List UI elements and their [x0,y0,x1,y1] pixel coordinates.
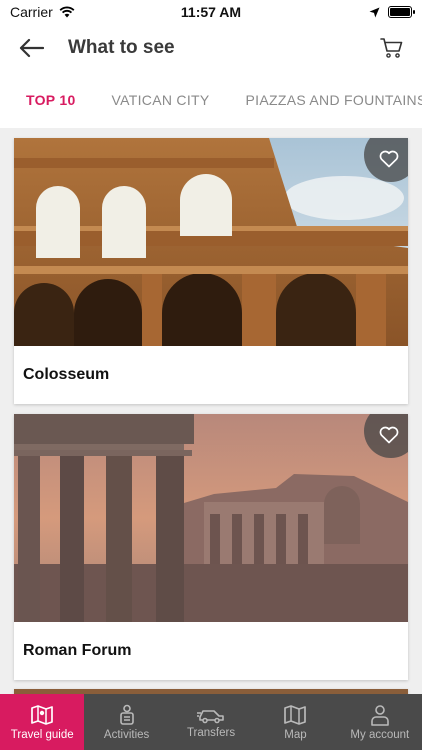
user-icon [371,704,389,726]
carrier-label: Carrier [10,4,53,20]
car-icon [197,709,224,723]
roman-forum-photo [14,414,408,622]
battery-icon [388,6,415,18]
page-title: What to see [68,37,175,58]
tab-my-account-label: My account [350,728,410,741]
tab-piazzas-and-fountains[interactable]: PIAZZAS AND FOUNTAINS [228,92,422,108]
category-tabs: TOP 10 VATICAN CITY PIAZZAS AND FOUNTAIN… [0,72,422,128]
back-arrow-icon [19,38,44,58]
attraction-title: Roman Forum [23,642,132,659]
tab-transfers[interactable]: Transfers [169,694,253,750]
tab-vatican-city[interactable]: VATICAN CITY [94,92,228,108]
status-left: Carrier [10,4,150,20]
tab-activities-label: Activities [103,728,150,741]
status-bar: Carrier 11:57 AM [0,0,422,24]
tab-travel-guide-label: Travel guide [10,728,74,741]
tab-map[interactable]: Map [253,694,337,750]
colosseum-photo [14,138,408,346]
map-icon [284,704,307,725]
tab-transfers-label: Transfers [186,726,236,739]
map-book-icon [31,704,54,725]
attractions-list: Colosseum Roman Forum [0,128,422,694]
heart-icon [379,426,399,444]
location-arrow-icon [369,7,380,17]
colosseum-illustration [14,138,408,346]
heart-icon [379,150,399,168]
status-right [272,6,415,18]
nav-bar: What to see [0,24,422,72]
traveler-icon [119,704,134,725]
back-button[interactable] [18,32,50,64]
attraction-card-roman-forum[interactable]: Roman Forum [14,414,408,680]
status-time: 11:57 AM [180,4,242,20]
cart-icon [380,38,403,58]
attraction-card-colosseum[interactable]: Colosseum [14,138,408,404]
tab-map-label: Map [284,728,307,741]
roman-forum-illustration [14,414,408,622]
tab-travel-guide[interactable]: Travel guide [0,694,85,750]
tab-top-10[interactable]: TOP 10 [0,92,94,108]
tab-activities[interactable]: Activities [84,694,168,750]
tab-my-account[interactable]: My account [338,694,422,750]
cart-button[interactable] [372,32,404,64]
bottom-tab-bar: Travel guide Activities Transfers Map My… [0,694,422,750]
wifi-icon [59,6,75,18]
attraction-title: Colosseum [23,366,110,383]
